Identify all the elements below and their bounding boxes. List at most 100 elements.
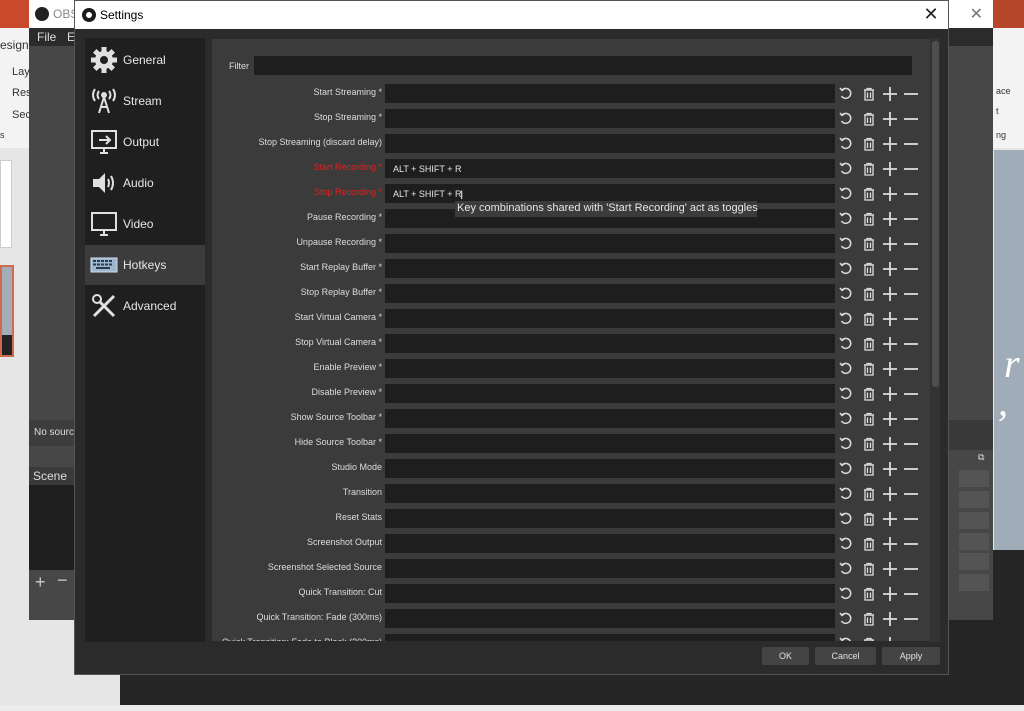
remove-hotkey-button[interactable]: [902, 410, 920, 428]
revert-button[interactable]: [837, 485, 855, 503]
control-button[interactable]: [959, 533, 989, 550]
revert-button[interactable]: [837, 210, 855, 228]
scrollbar-thumb[interactable]: [932, 41, 939, 387]
hotkey-input[interactable]: ALT + SHIFT + R: [385, 159, 835, 178]
remove-hotkey-button[interactable]: [902, 185, 920, 203]
ok-button[interactable]: OK: [762, 647, 809, 665]
apply-button[interactable]: Apply: [882, 647, 940, 665]
remove-hotkey-button[interactable]: [902, 610, 920, 628]
control-button[interactable]: [959, 553, 989, 570]
filter-input[interactable]: [254, 56, 912, 75]
add-hotkey-button[interactable]: [881, 210, 899, 228]
add-scene-button[interactable]: +: [35, 572, 46, 593]
hotkey-input[interactable]: [385, 234, 835, 253]
clear-button[interactable]: [860, 585, 878, 603]
remove-hotkey-button[interactable]: [902, 235, 920, 253]
remove-hotkey-button[interactable]: [902, 335, 920, 353]
revert-button[interactable]: [837, 185, 855, 203]
add-hotkey-button[interactable]: [881, 285, 899, 303]
revert-button[interactable]: [837, 635, 855, 641]
remove-hotkey-button[interactable]: [902, 435, 920, 453]
sidebar-item-hotkeys[interactable]: Hotkeys: [85, 245, 205, 285]
control-button[interactable]: [959, 491, 989, 508]
add-hotkey-button[interactable]: [881, 485, 899, 503]
add-hotkey-button[interactable]: [881, 410, 899, 428]
add-hotkey-button[interactable]: [881, 335, 899, 353]
revert-button[interactable]: [837, 360, 855, 378]
revert-button[interactable]: [837, 385, 855, 403]
add-hotkey-button[interactable]: [881, 235, 899, 253]
slide-thumbnail[interactable]: [0, 160, 12, 248]
hotkey-input[interactable]: [385, 284, 835, 303]
remove-hotkey-button[interactable]: [902, 535, 920, 553]
clear-button[interactable]: [860, 510, 878, 528]
revert-button[interactable]: [837, 460, 855, 478]
remove-hotkey-button[interactable]: [902, 110, 920, 128]
clear-button[interactable]: [860, 235, 878, 253]
clear-button[interactable]: [860, 460, 878, 478]
revert-button[interactable]: [837, 85, 855, 103]
hotkey-input[interactable]: [385, 484, 835, 503]
add-hotkey-button[interactable]: [881, 360, 899, 378]
sidebar-item-video[interactable]: Video: [85, 204, 205, 244]
clear-button[interactable]: [860, 185, 878, 203]
add-hotkey-button[interactable]: [881, 135, 899, 153]
hotkey-input[interactable]: [385, 134, 835, 153]
sidebar-item-general[interactable]: General: [85, 40, 205, 80]
sidebar-item-advanced[interactable]: Advanced: [85, 286, 205, 326]
sidebar-item-stream[interactable]: Stream: [85, 81, 205, 121]
obs-close-icon[interactable]: ✕: [970, 4, 983, 24]
background-ribbon-text[interactable]: t: [996, 106, 999, 116]
remove-hotkey-button[interactable]: [902, 160, 920, 178]
clear-button[interactable]: [860, 610, 878, 628]
remove-hotkey-button[interactable]: [902, 510, 920, 528]
add-hotkey-button[interactable]: [881, 310, 899, 328]
menu-file[interactable]: File: [37, 30, 56, 44]
add-hotkey-button[interactable]: [881, 610, 899, 628]
clear-button[interactable]: [860, 635, 878, 641]
clear-button[interactable]: [860, 160, 878, 178]
add-hotkey-button[interactable]: [881, 460, 899, 478]
clear-button[interactable]: [860, 210, 878, 228]
clear-button[interactable]: [860, 485, 878, 503]
clear-button[interactable]: [860, 535, 878, 553]
clear-button[interactable]: [860, 560, 878, 578]
undock-icon[interactable]: ⧉: [978, 452, 984, 463]
remove-scene-button[interactable]: −: [57, 570, 68, 591]
revert-button[interactable]: [837, 435, 855, 453]
revert-button[interactable]: [837, 260, 855, 278]
hotkey-input[interactable]: [385, 259, 835, 278]
control-button[interactable]: [959, 512, 989, 529]
remove-hotkey-button[interactable]: [902, 310, 920, 328]
add-hotkey-button[interactable]: [881, 510, 899, 528]
sidebar-item-audio[interactable]: Audio: [85, 163, 205, 203]
sidebar-item-output[interactable]: Output: [85, 122, 205, 162]
hotkey-input[interactable]: [385, 359, 835, 378]
add-hotkey-button[interactable]: [881, 110, 899, 128]
remove-hotkey-button[interactable]: [902, 260, 920, 278]
hotkey-input[interactable]: [385, 309, 835, 328]
hotkey-input[interactable]: [385, 509, 835, 528]
remove-hotkey-button[interactable]: [902, 560, 920, 578]
revert-button[interactable]: [837, 560, 855, 578]
hotkey-input[interactable]: [385, 84, 835, 103]
revert-button[interactable]: [837, 410, 855, 428]
clear-button[interactable]: [860, 85, 878, 103]
clear-button[interactable]: [860, 310, 878, 328]
control-button[interactable]: [959, 470, 989, 487]
background-ribbon-text[interactable]: ace: [996, 86, 1011, 96]
hotkey-input[interactable]: [385, 609, 835, 628]
remove-hotkey-button[interactable]: [902, 385, 920, 403]
cancel-button[interactable]: Cancel: [815, 647, 876, 665]
add-hotkey-button[interactable]: [881, 385, 899, 403]
background-ribbon-text[interactable]: Lay: [12, 66, 30, 78]
add-hotkey-button[interactable]: [881, 560, 899, 578]
revert-button[interactable]: [837, 310, 855, 328]
hotkey-input[interactable]: [385, 559, 835, 578]
clear-button[interactable]: [860, 360, 878, 378]
hotkey-input[interactable]: [385, 584, 835, 603]
add-hotkey-button[interactable]: [881, 260, 899, 278]
slide-thumbnail-selected[interactable]: [0, 265, 14, 357]
remove-hotkey-button[interactable]: [902, 485, 920, 503]
add-hotkey-button[interactable]: [881, 160, 899, 178]
